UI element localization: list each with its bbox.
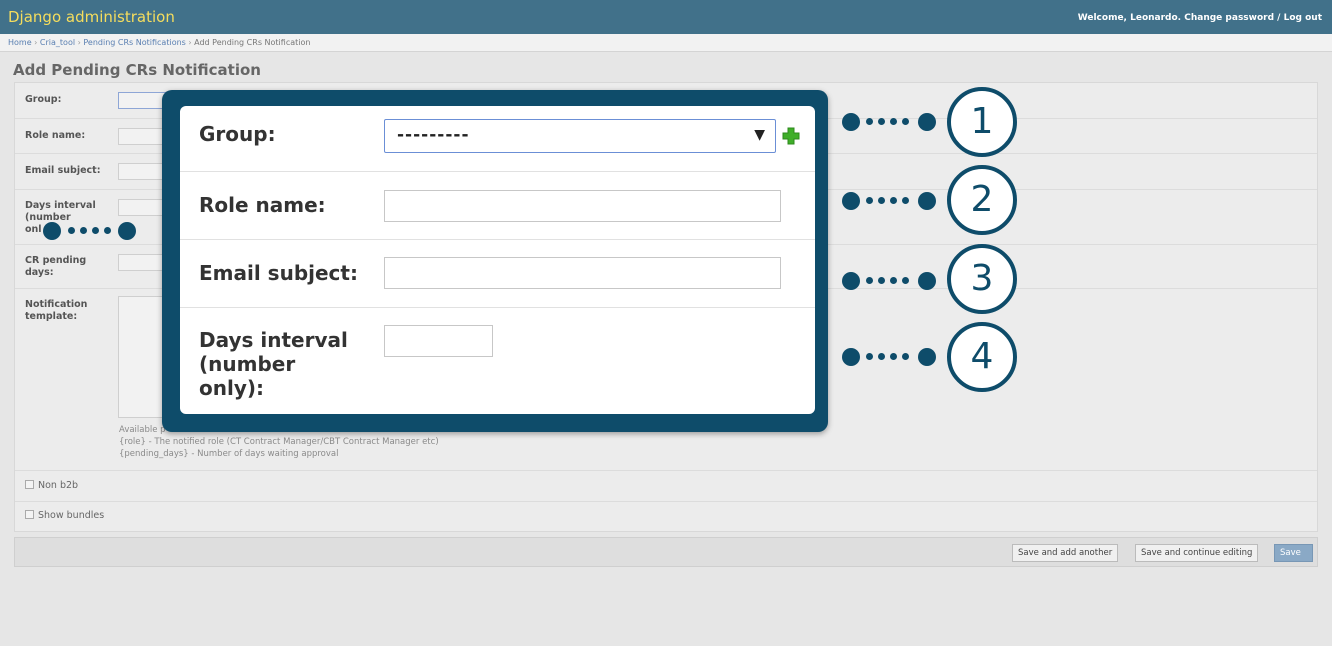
page-title: Add Pending CRs Notification xyxy=(13,61,261,79)
callout-4: 4 xyxy=(842,320,1032,400)
bg-role-label: Role name: xyxy=(25,130,86,141)
role-name-input[interactable] xyxy=(384,190,781,222)
bg-row-bundles: Show bundles xyxy=(15,502,1317,532)
callout-number-1: 1 xyxy=(947,87,1017,157)
bg-row-nonb2b: Non b2b xyxy=(15,471,1317,502)
callout-1: 1 xyxy=(842,85,1032,165)
email-subject-label: Email subject: xyxy=(199,261,358,285)
zoom-panel-content: Group: --------- ▼ Role name: Email subj… xyxy=(180,106,815,414)
non-b2b-checkbox[interactable] xyxy=(25,480,34,489)
breadcrumb-model[interactable]: Pending CRs Notifications xyxy=(83,38,185,47)
callout-number-3: 3 xyxy=(947,244,1017,314)
logout-link[interactable]: Log out xyxy=(1284,13,1322,23)
group-select-value: --------- xyxy=(397,125,470,145)
bg-template-label: Notification template: xyxy=(25,299,88,322)
days-interval-label: Days interval (number only): xyxy=(199,328,348,400)
breadcrumb-current: Add Pending CRs Notification xyxy=(194,38,311,47)
zoom-panel: Group: --------- ▼ Role name: Email subj… xyxy=(162,90,828,432)
group-label: Group: xyxy=(199,122,276,146)
zoom-row-group: Group: --------- ▼ xyxy=(180,106,815,172)
dropdown-arrow-icon: ▼ xyxy=(754,127,765,143)
bg-help-text-2: {role} - The notified role (CT Contract … xyxy=(119,437,439,447)
days-interval-input[interactable] xyxy=(384,325,493,357)
save-and-add-another-button[interactable]: Save and add another xyxy=(1012,544,1119,562)
show-bundles-checkbox[interactable] xyxy=(25,510,34,519)
user-tools-separator: / xyxy=(1277,13,1281,23)
save-and-continue-button[interactable]: Save and continue editing xyxy=(1135,544,1259,562)
zoom-row-email: Email subject: xyxy=(180,240,815,308)
show-bundles-checkbox-row[interactable]: Show bundles xyxy=(25,510,104,521)
user-tools: Welcome, Leonardo. Change password / Log… xyxy=(1078,13,1322,23)
save-button[interactable]: Save xyxy=(1274,544,1313,562)
breadcrumb-separator: › xyxy=(34,38,38,47)
bg-email-label: Email subject: xyxy=(25,165,101,176)
callout-number-4: 4 xyxy=(947,322,1017,392)
breadcrumb-home[interactable]: Home xyxy=(8,38,32,47)
zoom-row-days: Days interval (number only): xyxy=(180,308,815,414)
add-group-plus-icon[interactable] xyxy=(782,127,800,145)
header: Django administration Welcome, Leonardo.… xyxy=(0,0,1332,34)
non-b2b-checkbox-row[interactable]: Non b2b xyxy=(25,480,78,491)
submit-row: Save and add another Save and continue e… xyxy=(14,537,1318,567)
group-select[interactable]: --------- ▼ xyxy=(384,119,776,153)
bg-group-label: Group: xyxy=(25,94,62,105)
change-password-link[interactable]: Change password xyxy=(1184,13,1274,23)
callout-number-2: 2 xyxy=(947,165,1017,235)
breadcrumb-app[interactable]: Cria_tool xyxy=(40,38,75,47)
email-subject-input[interactable] xyxy=(384,257,781,289)
role-name-label: Role name: xyxy=(199,193,326,217)
bg-help-text-3: {pending_days} - Number of days waiting … xyxy=(119,449,339,459)
breadcrumb-separator: › xyxy=(77,38,81,47)
username: Leonardo. xyxy=(1130,13,1182,23)
site-brand[interactable]: Django administration xyxy=(8,8,175,26)
bg-pending-label: CR pending days: xyxy=(25,255,87,278)
breadcrumb-separator: › xyxy=(188,38,192,47)
welcome-text: Welcome, xyxy=(1077,13,1127,23)
bg-help-text-1: Available p xyxy=(119,425,166,435)
callout-3: 3 xyxy=(842,244,1032,324)
zoom-row-role: Role name: xyxy=(180,172,815,240)
callout-2: 2 xyxy=(842,165,1032,245)
breadcrumb: Home › Cria_tool › Pending CRs Notificat… xyxy=(0,34,1332,52)
